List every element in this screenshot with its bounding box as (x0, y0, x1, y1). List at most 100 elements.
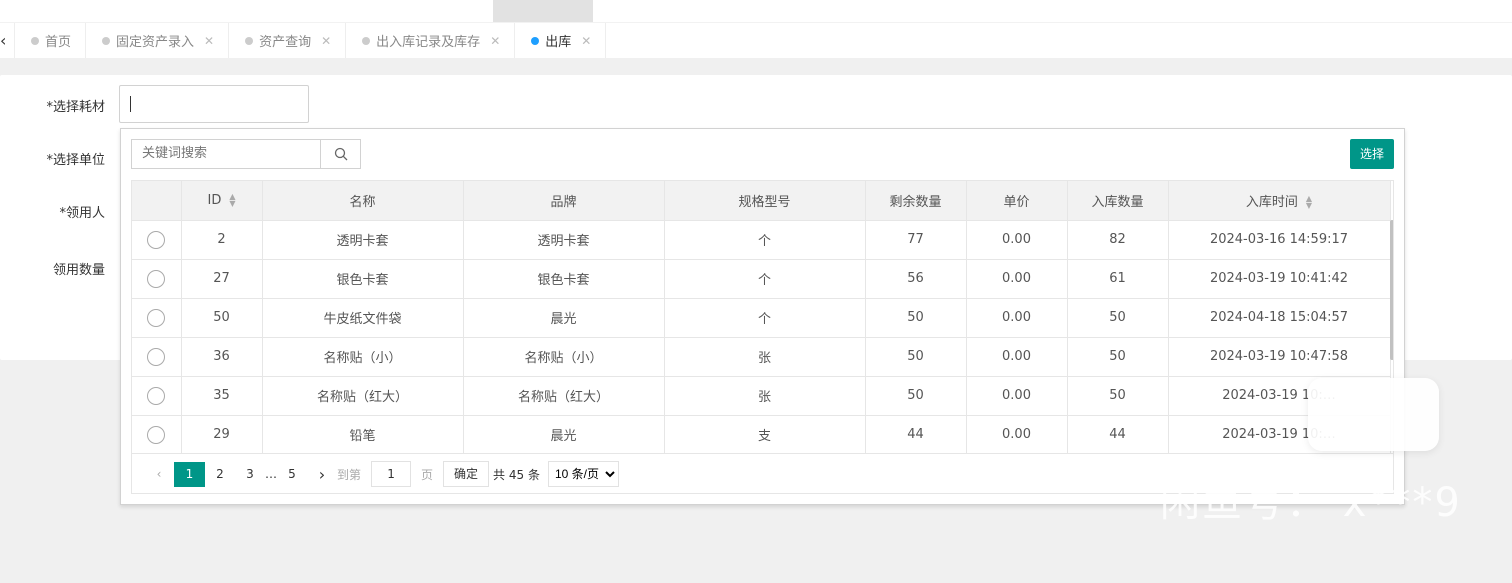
search-button[interactable] (320, 139, 361, 169)
tab-asset-entry[interactable]: 固定资产录入 ✕ (86, 23, 230, 58)
table-cell: 名称贴（小） (262, 337, 464, 377)
table-cell: 82 (1067, 220, 1169, 260)
table-cell: 0.00 (966, 337, 1068, 377)
table-cell: 0.00 (966, 376, 1068, 416)
table-cell: 透明卡套 (262, 220, 464, 260)
table-cell: 铅笔 (262, 415, 464, 455)
table-cell: 50 (865, 337, 967, 377)
dot-icon (362, 36, 371, 45)
table-cell: 2024-04-18 15:04:57 (1168, 298, 1391, 338)
table-cell: 2024-03-19 10:41:42 (1168, 259, 1391, 299)
table-cell: 0.00 (966, 220, 1068, 260)
page-unit: 页 (421, 467, 434, 482)
table-cell: 50 (1067, 337, 1169, 377)
table-cell: 晨光 (463, 298, 665, 338)
tabs-prev-button[interactable]: ‹ (0, 23, 15, 58)
table-cell: 0.00 (966, 298, 1068, 338)
watermark-text: 闲鱼号： x***9 (1160, 480, 1462, 526)
table-cell: 35 (181, 376, 263, 416)
total-count: 共 45 条 (493, 467, 540, 482)
table-cell: 61 (1067, 259, 1169, 299)
radio-icon[interactable] (147, 230, 166, 249)
page-size-select[interactable]: 10 条/页 (547, 461, 619, 487)
sort-icon[interactable]: ▲ ▼ (1306, 195, 1312, 210)
close-icon[interactable]: ✕ (581, 34, 591, 48)
table-cell: 27 (181, 259, 263, 299)
radio-icon[interactable] (147, 269, 166, 288)
table-cell: 个 (664, 259, 866, 299)
table-cell: 50 (865, 298, 967, 338)
tab-stock-records[interactable]: 出入库记录及库存 ✕ (346, 23, 516, 58)
tab-home[interactable]: 首页 (15, 23, 87, 58)
table-scrollbar[interactable] (1390, 220, 1393, 360)
tab-asset-query[interactable]: 资产查询 ✕ (229, 23, 347, 58)
radio-icon[interactable] (147, 347, 166, 366)
page-5[interactable]: 5 (277, 467, 307, 481)
close-icon[interactable]: ✕ (204, 34, 214, 48)
sort-icon[interactable]: ▲ ▼ (229, 193, 235, 208)
row-radio[interactable] (132, 259, 182, 299)
material-label: *选择耗材 (46, 100, 105, 115)
table-cell: 0.00 (966, 415, 1068, 455)
radio-icon[interactable] (147, 386, 166, 405)
watermark-logo (1308, 378, 1439, 451)
close-icon[interactable]: ✕ (321, 34, 331, 48)
col-in-time[interactable]: 入库时间 ▲ ▼ (1168, 181, 1391, 221)
table-cell: 名称贴（红大） (463, 376, 665, 416)
dot-icon (31, 36, 39, 45)
prev-page-button[interactable]: ‹ (144, 467, 174, 481)
table-cell: 50 (1067, 376, 1169, 416)
page-1[interactable]: 1 (174, 461, 205, 487)
col-in-qty: 入库数量 (1067, 181, 1169, 221)
row-radio[interactable] (132, 376, 182, 416)
radio-icon[interactable] (147, 308, 166, 327)
col-remaining: 剩余数量 (865, 181, 967, 221)
col-price: 单价 (966, 181, 1068, 221)
dot-icon (245, 36, 254, 45)
table-row[interactable]: 29 铅笔 晨光支 44 0.00 44 2024-03-19 10:… (132, 415, 1391, 455)
tab-label: 出入库记录及库存 (376, 35, 481, 50)
next-page-button[interactable]: › (307, 465, 337, 484)
table-cell: 0.00 (966, 259, 1068, 299)
tab-label: 首页 (45, 35, 72, 50)
row-radio[interactable] (132, 337, 182, 377)
goto-confirm-button[interactable]: 确定 (443, 461, 490, 487)
col-brand: 品牌 (463, 181, 665, 221)
table-cell: 56 (865, 259, 967, 299)
close-icon[interactable]: ✕ (490, 34, 500, 48)
table-row[interactable]: 50 牛皮纸文件袋 晨光个 50 0.00 50 2024-04-18 15:04:57 (132, 298, 1391, 338)
dot-icon (531, 36, 540, 45)
table-cell: 晨光 (463, 415, 665, 455)
tab-label: 固定资产录入 (116, 35, 195, 50)
radio-icon[interactable] (147, 425, 166, 444)
page-2[interactable]: 2 (205, 467, 235, 481)
goto-label: 到第 (337, 467, 362, 482)
material-input[interactable] (119, 85, 309, 123)
table-cell: 50 (181, 298, 263, 338)
dot-icon (102, 36, 111, 45)
table-row[interactable]: 2 透明卡套 透明卡套个 77 0.00 82 2024-03-16 14:59:17 (132, 220, 1391, 260)
col-id[interactable]: ID ▲ ▼ (181, 181, 263, 221)
select-button[interactable]: 选择 (1350, 139, 1394, 169)
table-row[interactable]: 35 名称贴（红大） 名称贴（红大）张 50 0.00 50 2024-03-19 10:… (132, 376, 1391, 416)
top-bar (0, 0, 1512, 22)
row-radio[interactable] (132, 220, 182, 260)
quantity-label: 领用数量 (52, 263, 105, 278)
table-cell: 个 (664, 298, 866, 338)
search-icon (334, 147, 347, 161)
table-row[interactable]: 27 银色卡套 银色卡套个 56 0.00 61 2024-03-19 10:41:42 (132, 259, 1391, 299)
table-cell: 2024-03-16 14:59:17 (1168, 220, 1391, 260)
goto-page-input[interactable]: 1 (371, 461, 412, 487)
keyword-search-input[interactable]: 关键词搜索 (131, 139, 321, 169)
row-radio[interactable] (132, 298, 182, 338)
table-cell: 44 (1067, 415, 1169, 455)
table-cell: 2 (181, 220, 263, 260)
tab-outbound[interactable]: 出库 ✕ (515, 23, 607, 58)
table-cell: 支 (664, 415, 866, 455)
table-row[interactable]: 36 名称贴（小） 名称贴（小）张 50 0.00 50 2024-03-19 10:47:… (132, 337, 1391, 377)
page-3[interactable]: 3 (235, 467, 265, 481)
table-cell: 2024-03-19 10:47:58 (1168, 337, 1391, 377)
row-radio[interactable] (132, 415, 182, 455)
table-cell: 50 (865, 376, 967, 416)
table-cell: 个 (664, 220, 866, 260)
